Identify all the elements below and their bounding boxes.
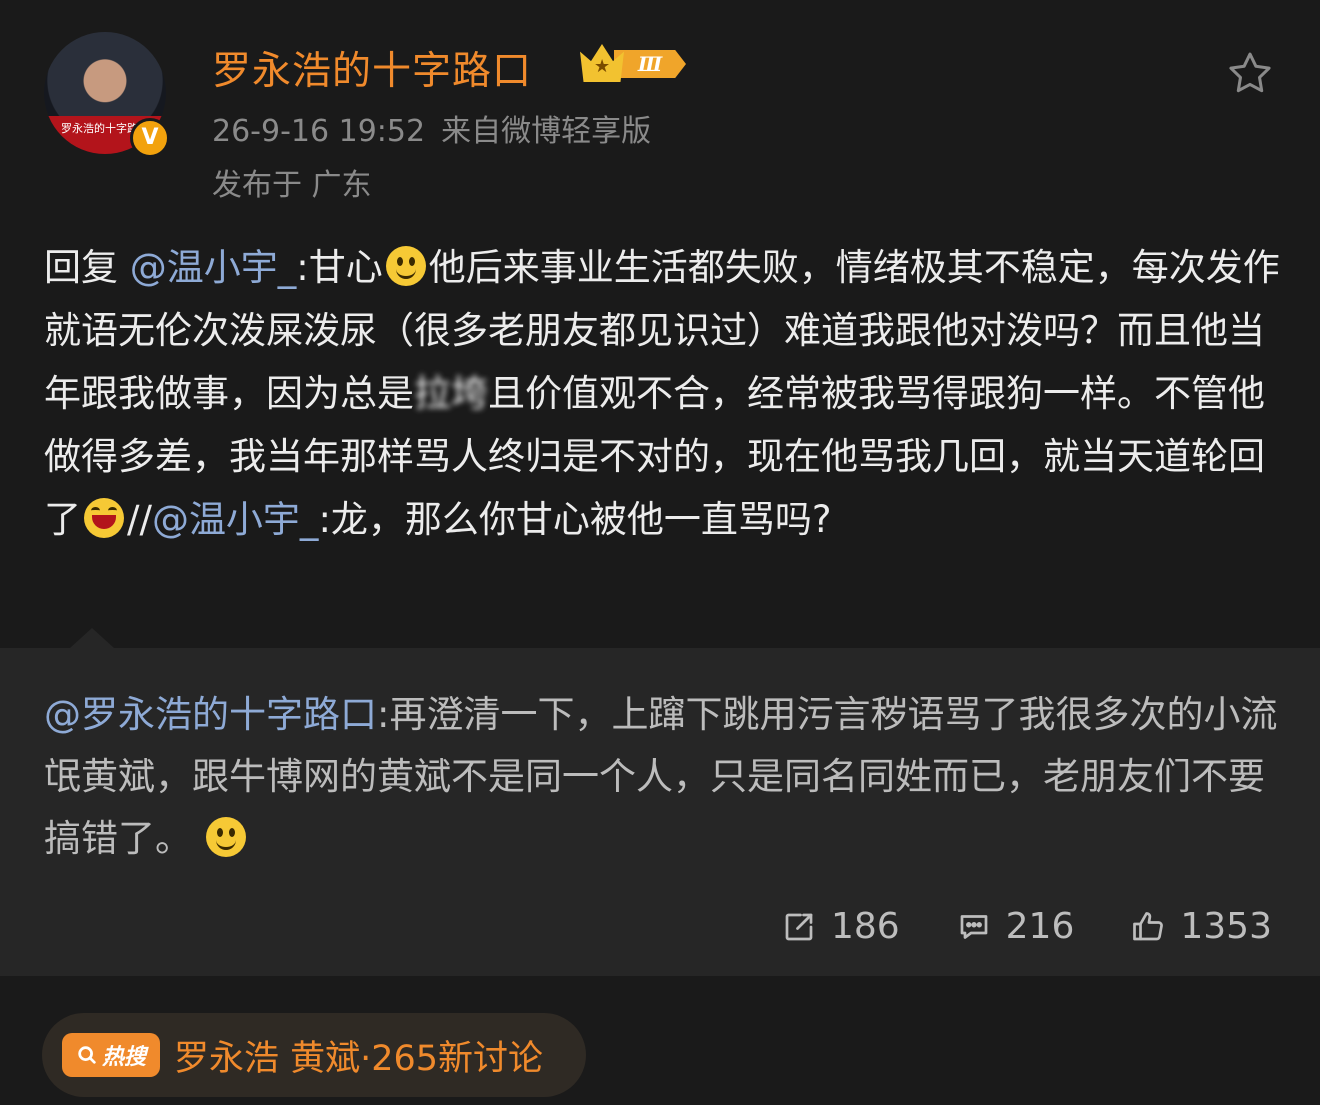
post-content: 回复 @温小宇_:甘心 他后来事业生活都失败，情绪极其不稳定，每次发作就语无伦次泼… [44, 236, 1284, 551]
comment-icon [960, 914, 988, 939]
hot-search-badge: 热搜 [62, 1033, 160, 1077]
repost-button[interactable]: 186 [781, 906, 900, 947]
comment-button[interactable]: 216 [956, 906, 1075, 947]
mention-link[interactable]: @罗永浩的十字路口 [44, 693, 377, 736]
verified-badge-icon: V [130, 118, 170, 158]
hot-search-text: 罗永浩 黄斌·265新讨论 [174, 1038, 544, 1079]
comment-count: 216 [1005, 906, 1075, 947]
star-icon[interactable] [1224, 48, 1276, 100]
laugh-emoji-icon [84, 498, 124, 538]
smile-emoji-icon [206, 817, 246, 857]
smile-emoji-icon [385, 246, 426, 286]
post-text: :龙，那么你甘心被他一直骂吗? [318, 498, 832, 541]
post-location: 发布于 广东 [212, 168, 372, 203]
repost-separator: // [127, 498, 152, 541]
post-meta: 26-9-16 19:52 来自微博轻享版 [212, 106, 651, 150]
like-button[interactable]: 1353 [1130, 906, 1272, 947]
level-badge[interactable]: Ⅲ ★ [580, 44, 692, 82]
retweet-block[interactable]: @罗永浩的十字路口:再澄清一下，上蹿下跳用污言秽语骂了我很多次的小流氓黄斌，跟牛… [0, 628, 1320, 976]
like-count: 1353 [1180, 906, 1272, 947]
retweet-content: @罗永浩的十字路口:再澄清一下，上蹿下跳用污言秽语骂了我很多次的小流氓黄斌，跟牛… [44, 684, 1284, 870]
post-source: 来自微博轻享版 [441, 114, 652, 149]
post-timestamp: 26-9-16 19:52 [212, 114, 426, 149]
search-icon [78, 1046, 96, 1064]
weibo-post: 罗永浩的十字路口 V 罗永浩的十字路口 Ⅲ ★ 26-9-16 19:52 来自微… [0, 0, 1320, 648]
hot-badge-label: 热搜 [101, 1045, 146, 1070]
hot-search-chip[interactable]: 热搜 罗永浩 黄斌·265新讨论 [42, 1013, 586, 1097]
crown-icon: ★ [580, 44, 624, 82]
repost-count: 186 [830, 906, 900, 947]
mention-link[interactable]: @温小宇_ [152, 498, 319, 541]
post-text: :甘心 [296, 246, 383, 289]
action-bar: 186 216 1353 [781, 906, 1272, 947]
blurred-text: 拉垮 [414, 372, 488, 415]
author-name[interactable]: 罗永浩的十字路口 [212, 40, 532, 96]
level-tag: Ⅲ [614, 50, 686, 78]
repost-icon [785, 913, 813, 940]
reply-prefix: 回复 [44, 246, 118, 289]
retweet-pointer [70, 628, 114, 648]
thumbs-up-icon [1133, 911, 1164, 940]
mention-link[interactable]: @温小宇_ [130, 246, 297, 289]
